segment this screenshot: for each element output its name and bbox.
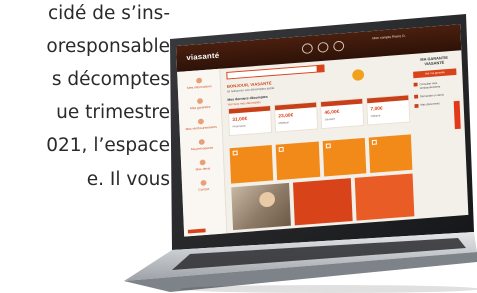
- garantie-link[interactable]: Demander un devis: [414, 92, 457, 99]
- document-icon: [414, 94, 419, 99]
- brand-logo[interactable]: viasanté: [186, 51, 219, 62]
- decompte-card[interactable]: 7,00€ Optique: [366, 94, 411, 126]
- help-icon[interactable]: [333, 40, 345, 52]
- garantie-title: MA GARANTIE VIASANTÉ: [420, 55, 448, 67]
- euro-icon: [197, 118, 204, 125]
- promo-photo[interactable]: [231, 182, 291, 231]
- info-icon: [196, 77, 203, 84]
- garantie-link[interactable]: Mes documents: [414, 100, 457, 108]
- sidebar-footer-button[interactable]: [187, 228, 206, 234]
- service-tile[interactable]: [368, 134, 413, 173]
- service-tile[interactable]: [229, 145, 274, 184]
- account-menu[interactable]: Mon compte Pierre D.: [372, 31, 451, 42]
- folder-icon: [414, 103, 419, 108]
- garantie-panel: MA GARANTIE VIASANTÉ Voir ma garantie Co…: [412, 54, 462, 215]
- sidebar-item-informations[interactable]: Mes informations: [181, 76, 217, 90]
- service-tile[interactable]: [322, 137, 367, 177]
- laptop-illustration: viasanté Mon compte Pierre D. Mes inform…: [0, 0, 477, 293]
- sidebar-item-devis[interactable]: Mes devis: [185, 158, 221, 172]
- feedback-tab[interactable]: [453, 100, 461, 130]
- sidebar-item-contact[interactable]: Contact: [186, 179, 222, 193]
- promo-tile[interactable]: [354, 173, 415, 221]
- service-icon: [371, 139, 377, 145]
- euro-icon: [413, 82, 418, 87]
- user-icon[interactable]: [317, 41, 329, 53]
- document-icon: [199, 159, 206, 166]
- service-icon: [325, 143, 331, 149]
- app-screen: viasanté Mon compte Pierre D. Mes inform…: [176, 24, 469, 237]
- sidebar: Mes informations Mes garanties Mes rembo…: [177, 68, 228, 237]
- sidebar-item-prevoyance[interactable]: Ma prévoyance: [184, 138, 220, 152]
- decompte-card[interactable]: 23,00€ Médecin: [273, 101, 319, 133]
- mail-icon[interactable]: [301, 43, 313, 55]
- decompte-card[interactable]: 46,00€ Dentaire: [319, 97, 365, 130]
- promo-tile[interactable]: [292, 178, 353, 226]
- decompte-card[interactable]: 31,00€ Pharmacie: [227, 104, 273, 137]
- sidebar-item-garanties[interactable]: Mes garanties: [182, 97, 218, 111]
- service-icon: [278, 146, 285, 152]
- garantie-link[interactable]: Consulter mes remboursements: [413, 80, 457, 91]
- umbrella-icon: [198, 138, 205, 146]
- person-photo: [259, 191, 276, 208]
- main-content: BONJOUR, VIASANTÉ ici retrouvez vos déco…: [226, 58, 415, 231]
- sidebar-item-remboursements[interactable]: Mes remboursements: [183, 117, 219, 131]
- shield-icon: [196, 98, 204, 105]
- voir-garantie-button[interactable]: Voir ma garantie: [413, 68, 457, 79]
- search-button[interactable]: [316, 64, 325, 73]
- top-icon-group: [301, 40, 365, 82]
- phone-icon: [200, 179, 207, 186]
- service-icon: [232, 150, 238, 156]
- service-tile[interactable]: [275, 141, 320, 181]
